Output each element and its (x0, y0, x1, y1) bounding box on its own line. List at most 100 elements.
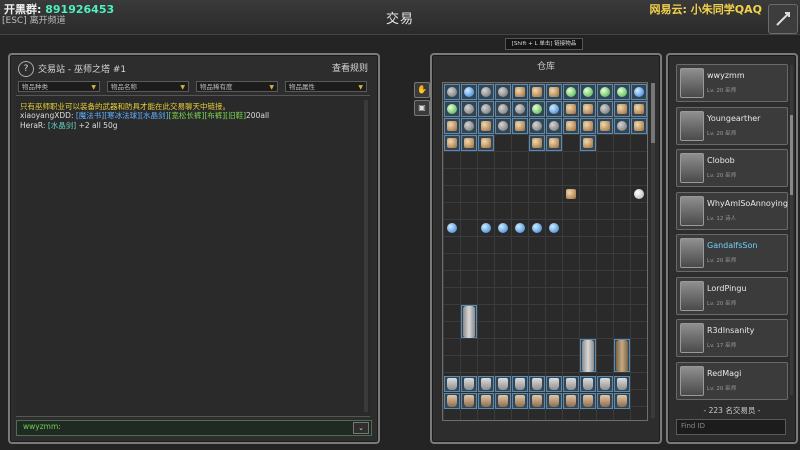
storage-slot[interactable] (563, 186, 579, 202)
boots-slot[interactable] (478, 376, 494, 392)
storage-slot[interactable] (529, 118, 545, 134)
boots-slot[interactable] (563, 393, 579, 409)
boots-slot[interactable] (461, 376, 477, 392)
item-link[interactable]: [水晶剑] (140, 111, 168, 120)
storage-slot[interactable] (597, 118, 613, 134)
pants-slot[interactable] (461, 305, 477, 338)
storage-slot[interactable] (563, 101, 579, 117)
boots-slot[interactable] (597, 393, 613, 409)
boots-slot[interactable] (563, 376, 579, 392)
storage-slot[interactable] (444, 135, 460, 151)
boots-slot[interactable] (546, 393, 562, 409)
item-link[interactable]: [水晶剑] (48, 121, 76, 130)
storage-slot[interactable] (546, 118, 562, 134)
storage-slot[interactable] (563, 118, 579, 134)
storage-slot[interactable] (597, 101, 613, 117)
boots-slot[interactable] (614, 376, 630, 392)
storage-slot[interactable] (597, 84, 613, 100)
storage-slot[interactable] (563, 84, 579, 100)
storage-slot[interactable] (529, 84, 545, 100)
storage-slot[interactable] (546, 135, 562, 151)
storage-slot[interactable] (444, 220, 460, 236)
item-link[interactable]: [寒冰法球] (104, 111, 140, 120)
player-card[interactable]: R3dInsanity Lv. 17 巫师 (676, 319, 788, 357)
storage-slot[interactable] (529, 220, 545, 236)
storage-slot[interactable] (631, 101, 647, 117)
storage-slot[interactable] (444, 118, 460, 134)
storage-scroll-thumb[interactable] (651, 83, 655, 143)
player-card[interactable]: Clobob Lv. 20 巫师 (676, 149, 788, 187)
storage-slot[interactable] (631, 186, 647, 202)
storage-slot[interactable] (580, 135, 596, 151)
storage-slot[interactable] (529, 135, 545, 151)
item-link[interactable]: [魔法书] (76, 111, 104, 120)
storage-slot[interactable] (495, 84, 511, 100)
boots-slot[interactable] (580, 376, 596, 392)
storage-slot[interactable] (461, 135, 477, 151)
find-id-input[interactable]: Find ID (676, 419, 786, 435)
storage-slot[interactable] (614, 101, 630, 117)
boots-slot[interactable] (495, 376, 511, 392)
boots-slot[interactable] (461, 393, 477, 409)
boots-slot[interactable] (529, 376, 545, 392)
chevron-down-icon[interactable]: ⌄ (353, 422, 369, 434)
player-card[interactable]: LordPingu Lv. 20 巫师 (676, 276, 788, 315)
box-icon[interactable]: ▣ (414, 100, 430, 116)
boots-slot[interactable] (444, 393, 460, 409)
storage-slot[interactable] (478, 84, 494, 100)
player-card[interactable]: WhyAmISoAnnoying Lv. 12 诗人 (676, 191, 788, 230)
player-card[interactable]: GandalfsSon Lv. 20 巫师 (676, 234, 788, 272)
item-link[interactable]: [宽松长裤] (168, 111, 204, 120)
storage-slot[interactable] (478, 135, 494, 151)
chat-input[interactable]: wwyzmm: ⌄ (16, 420, 372, 436)
player-card[interactable]: Youngearther Lv. 20 巫师 (676, 106, 788, 145)
player-card[interactable]: RedMagi Lv. 20 巫师 (676, 361, 788, 400)
boots-slot[interactable] (546, 376, 562, 392)
filter-item-name[interactable]: 物品名称 ▼ (107, 81, 189, 92)
storage-slot[interactable] (478, 118, 494, 134)
storage-slot[interactable] (512, 84, 528, 100)
chat-scrollbar[interactable] (364, 100, 368, 412)
storage-slot[interactable] (546, 101, 562, 117)
chat-user[interactable]: HeraR: (20, 121, 45, 130)
storage-slot[interactable] (631, 84, 647, 100)
boots-slot[interactable] (580, 393, 596, 409)
storage-slot[interactable] (614, 84, 630, 100)
storage-slot[interactable] (614, 118, 630, 134)
boots-slot[interactable] (529, 393, 545, 409)
hand-icon[interactable]: ✋ (414, 82, 430, 98)
storage-slot[interactable] (546, 220, 562, 236)
storage-slot[interactable] (546, 84, 562, 100)
filter-item-rarity[interactable]: 物品稀有度 ▼ (196, 81, 278, 92)
chat-user[interactable]: xiaoyangXDD: (20, 111, 73, 120)
storage-slot[interactable] (512, 220, 528, 236)
boots-slot[interactable] (614, 393, 630, 409)
storage-slot[interactable] (495, 118, 511, 134)
storage-slot[interactable] (529, 101, 545, 117)
storage-slot[interactable] (580, 101, 596, 117)
boots-slot[interactable] (512, 393, 528, 409)
storage-slot[interactable] (631, 118, 647, 134)
storage-slot[interactable] (444, 101, 460, 117)
storage-slot[interactable] (444, 84, 460, 100)
item-link[interactable]: [旧鞋] (225, 111, 246, 120)
storage-slot[interactable] (478, 220, 494, 236)
storage-slot[interactable] (512, 101, 528, 117)
storage-slot[interactable] (461, 118, 477, 134)
boots-slot[interactable] (512, 376, 528, 392)
storage-slot[interactable] (580, 118, 596, 134)
traders-scroll-thumb[interactable] (790, 115, 793, 195)
chat-log[interactable]: 只有巫师职业可以装备的武器和防具才能在此交易聊天中链接。 xiaoyangXDD… (16, 95, 370, 417)
storage-slot[interactable] (478, 101, 494, 117)
view-rules-button[interactable]: 查看规则 (332, 61, 368, 74)
storage-slot[interactable] (512, 118, 528, 134)
storage-grid[interactable] (442, 82, 648, 421)
boots-slot[interactable] (444, 376, 460, 392)
player-card[interactable]: wwyzmm Lv. 20 巫师 (676, 64, 788, 102)
storage-slot[interactable] (495, 101, 511, 117)
filter-item-type[interactable]: 物品种类 ▼ (18, 81, 100, 92)
storage-slot[interactable] (580, 84, 596, 100)
storage-slot[interactable] (461, 101, 477, 117)
pants-slot[interactable] (614, 339, 630, 372)
boots-slot[interactable] (478, 393, 494, 409)
